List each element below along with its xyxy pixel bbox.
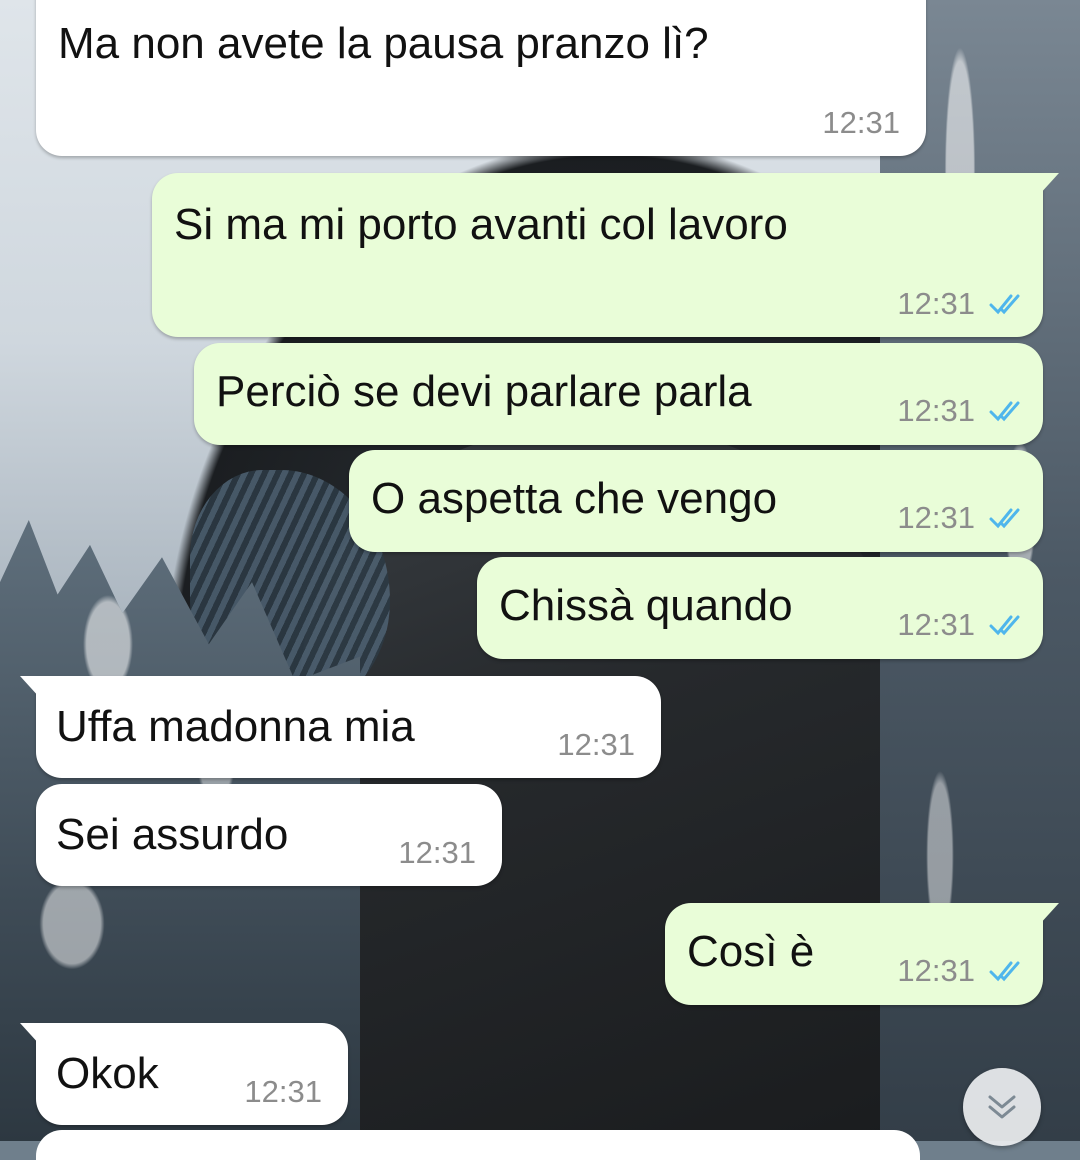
message-meta: 12:31 <box>897 288 1021 319</box>
message-list[interactable]: Ma non avete la pausa pranzo lì? 12:31 S… <box>0 0 1080 1141</box>
message-bubble-incoming[interactable]: Ma non avete la pausa pranzo lì? 12:31 <box>36 0 926 156</box>
message-text: O aspetta che vengo <box>371 474 778 523</box>
message-bubble-incoming[interactable]: Sei assurdo 12:31 <box>36 784 502 886</box>
double-check-icon <box>989 294 1020 314</box>
message-bubble-outgoing[interactable]: Si ma mi porto avanti col lavoro 12:31 <box>152 173 1059 337</box>
chevron-double-down-icon <box>988 1095 1016 1119</box>
message-time: 12:31 <box>244 1074 322 1109</box>
message-meta: 12:31 <box>897 955 1021 986</box>
double-check-icon <box>989 508 1020 528</box>
message-meta: 12:31 <box>244 1076 322 1107</box>
message-text: Ma non avete la pausa pranzo lì? <box>58 19 709 68</box>
message-bubble-outgoing[interactable]: O aspetta che vengo 12:31 <box>349 450 1043 552</box>
message-text: Si ma mi porto avanti col lavoro <box>174 200 788 249</box>
message-meta: 12:31 <box>897 609 1021 640</box>
message-time: 12:31 <box>822 105 900 140</box>
bubble-tail <box>1029 903 1059 925</box>
message-time: 12:31 <box>897 500 975 535</box>
bubble-tail <box>1029 173 1059 195</box>
message-text: Così è <box>687 927 815 976</box>
message-bubble-outgoing[interactable]: Così è 12:31 <box>665 903 1059 1005</box>
message-meta: 12:31 <box>398 837 476 868</box>
message-meta: 12:31 <box>557 729 635 760</box>
message-meta: 12:31 <box>897 395 1021 426</box>
message-time: 12:31 <box>897 953 975 988</box>
bubble-tail <box>20 1023 50 1045</box>
message-meta: 12:31 <box>897 502 1021 533</box>
message-time: 12:31 <box>897 607 975 642</box>
double-check-icon <box>989 615 1020 635</box>
message-time: 12:31 <box>557 727 635 762</box>
double-check-icon <box>989 401 1020 421</box>
message-text: Uffa madonna mia <box>56 702 415 751</box>
double-check-icon <box>989 961 1020 981</box>
message-time: 12:31 <box>398 835 476 870</box>
message-bubble-outgoing[interactable]: Chissà quando 12:31 <box>477 557 1043 659</box>
message-bubble-incoming[interactable]: Uffa madonna mia 12:31 <box>20 676 661 778</box>
bubble-tail <box>20 676 50 698</box>
message-time: 12:31 <box>897 393 975 428</box>
message-text: Okok <box>56 1049 159 1098</box>
message-bubble-outgoing[interactable]: Perciò se devi parlare parla 12:31 <box>194 343 1043 445</box>
message-text: Perciò se devi parlare parla <box>216 367 752 416</box>
message-text: Sei assurdo <box>56 810 289 859</box>
scroll-to-bottom-button[interactable] <box>963 1068 1041 1146</box>
message-meta: 12:31 <box>822 107 900 138</box>
message-time: 12:31 <box>897 286 975 321</box>
message-bubble-incoming[interactable]: Okok 12:31 <box>20 1023 348 1125</box>
message-text: Chissà quando <box>499 581 793 630</box>
next-message-bubble-partial <box>36 1130 920 1160</box>
